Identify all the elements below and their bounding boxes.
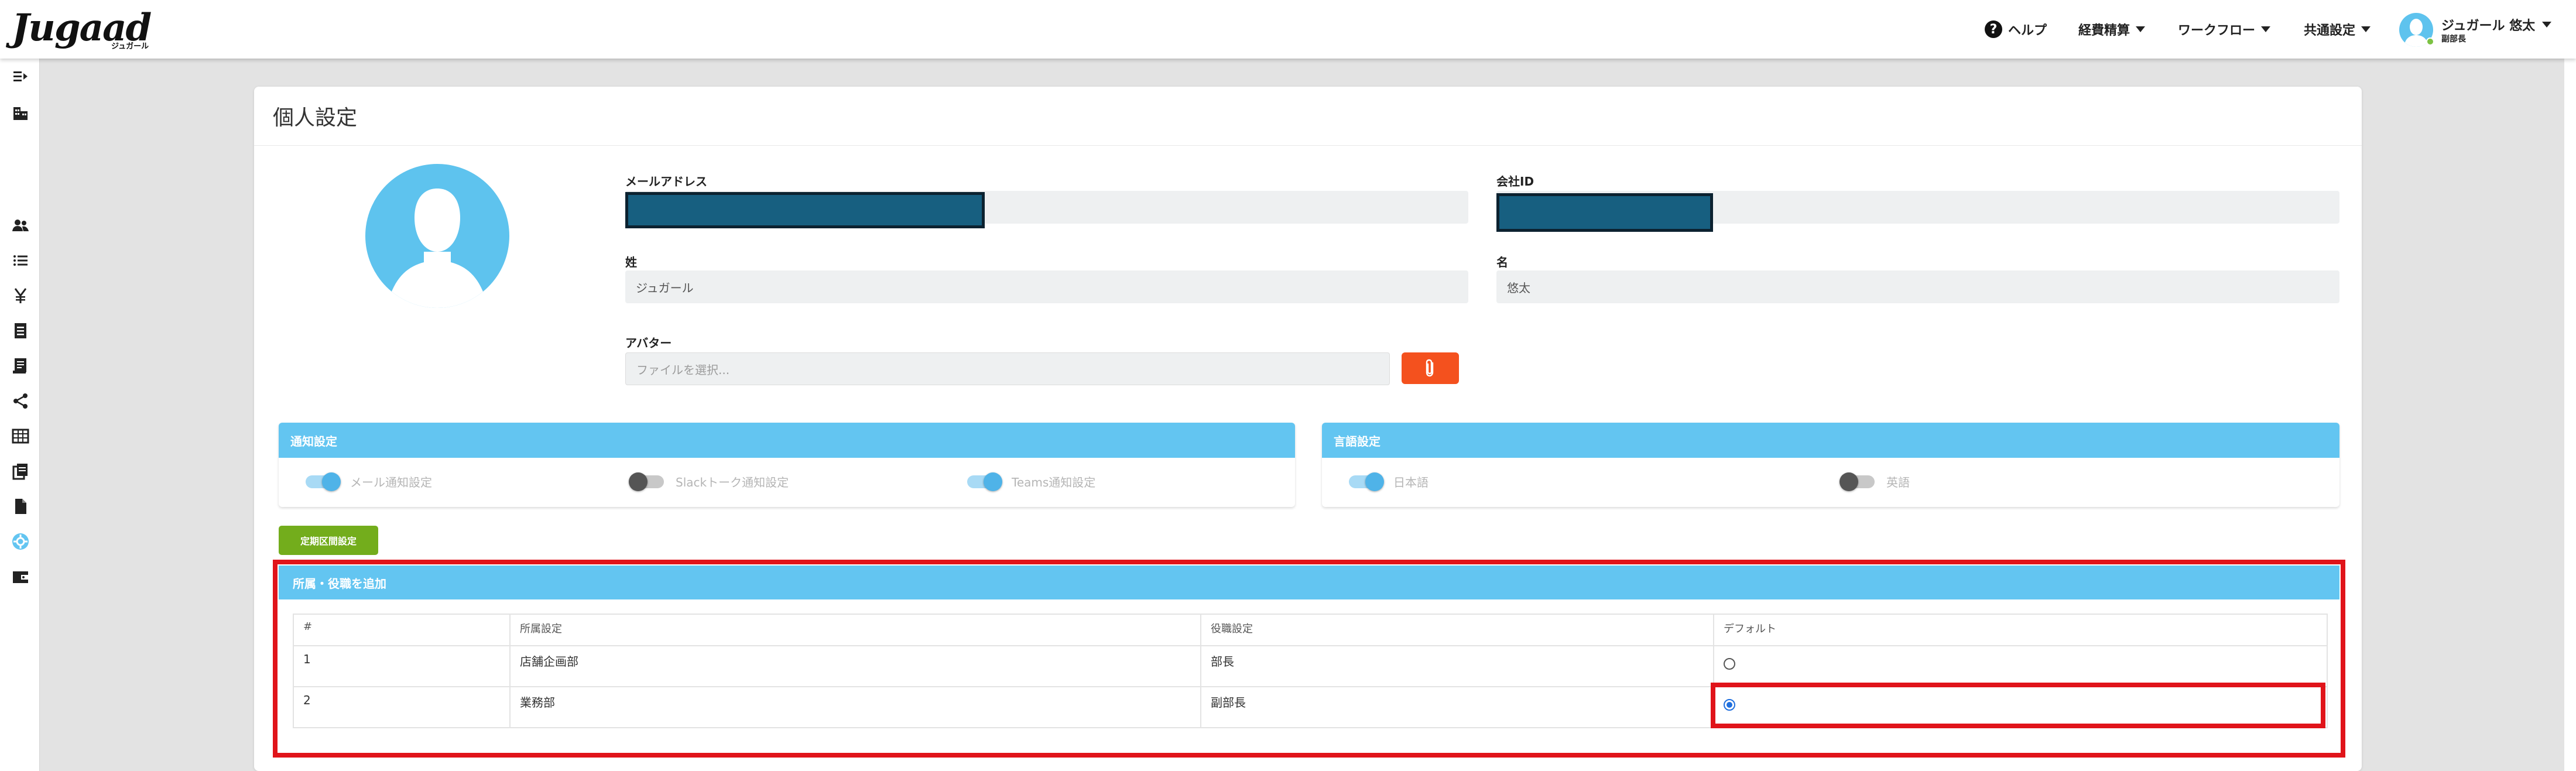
share-icon[interactable] bbox=[11, 391, 30, 411]
row-position: 副部長 bbox=[1200, 686, 1714, 728]
copy-icon[interactable] bbox=[11, 461, 30, 481]
list-icon[interactable] bbox=[11, 251, 30, 270]
user-role: 副部長 bbox=[2441, 35, 2466, 44]
sidebar-toggle-icon[interactable] bbox=[11, 67, 30, 87]
affiliation-section-title: 所属・役職を追加 bbox=[279, 566, 2339, 599]
nav-workflow-label: ワークフロー bbox=[2178, 23, 2256, 38]
row-default-cell bbox=[1713, 645, 2328, 687]
help-label: ヘルプ bbox=[2008, 23, 2047, 38]
last-name-field[interactable]: ジュガール bbox=[625, 270, 1468, 303]
row-default-cell bbox=[1713, 686, 2328, 728]
wallet-icon[interactable] bbox=[11, 567, 30, 587]
commuter-pass-settings-button[interactable]: 定期区間設定 bbox=[279, 526, 378, 555]
last-name-label: 姓 bbox=[625, 255, 637, 269]
toggle-email-notification[interactable]: メール通知設定 bbox=[306, 472, 432, 491]
english-switch[interactable] bbox=[1839, 472, 1875, 491]
table-icon[interactable] bbox=[11, 426, 30, 446]
help-link[interactable]: ? ヘルプ bbox=[1985, 18, 2047, 41]
column-header-number: # bbox=[293, 614, 511, 646]
nav-workflow-menu[interactable]: ワークフロー bbox=[2178, 18, 2271, 41]
receipt-icon[interactable] bbox=[11, 356, 30, 376]
chevron-down-icon bbox=[2136, 26, 2146, 32]
avatar-label: アバター bbox=[625, 336, 672, 350]
row-number: 2 bbox=[293, 686, 511, 728]
table-row: 2 業務部 副部長 bbox=[293, 686, 2328, 728]
language-settings-panel: 言語設定 bbox=[1322, 423, 2339, 507]
paperclip-icon bbox=[1426, 359, 1434, 377]
personal-settings-icon[interactable] bbox=[11, 532, 30, 551]
top-header: Jugaad ジュガール ? ヘルプ 経費精算 ワークフロー 共通設定 ジュガー… bbox=[0, 0, 2576, 59]
row-department: 業務部 bbox=[509, 686, 1201, 728]
user-name: ジュガール 悠太 bbox=[2441, 19, 2536, 33]
japanese-switch[interactable] bbox=[1349, 472, 1384, 491]
building-icon[interactable] bbox=[11, 103, 30, 123]
first-name-label: 名 bbox=[1496, 255, 1508, 269]
email-label: メールアドレス bbox=[625, 174, 707, 189]
teams-notification-switch[interactable] bbox=[967, 472, 1002, 491]
nav-common-settings-label: 共通設定 bbox=[2304, 23, 2356, 38]
slack-notification-switch[interactable] bbox=[629, 472, 664, 491]
column-header-department: 所属設定 bbox=[509, 614, 1201, 646]
help-icon: ? bbox=[1985, 20, 2002, 38]
table-header-row: # 所属設定 役職設定 デフォルト bbox=[293, 614, 2328, 646]
language-settings-title: 言語設定 bbox=[1322, 423, 2339, 458]
default-radio-selected[interactable] bbox=[1724, 699, 1735, 711]
person-silhouette-icon bbox=[386, 189, 488, 308]
chevron-down-icon bbox=[2261, 26, 2271, 32]
row-number: 1 bbox=[293, 645, 511, 687]
toggle-english[interactable]: 英語 bbox=[1839, 472, 1910, 491]
english-label: 英語 bbox=[1886, 475, 1910, 489]
default-radio-unselected[interactable] bbox=[1724, 658, 1735, 670]
email-notification-switch[interactable] bbox=[306, 472, 341, 491]
chevron-down-icon bbox=[2542, 22, 2552, 28]
row-department: 店舗企画部 bbox=[509, 645, 1201, 687]
app-logo-subtitle: ジュガール bbox=[111, 42, 149, 51]
online-status-icon bbox=[2426, 37, 2434, 46]
japanese-label: 日本語 bbox=[1393, 475, 1429, 489]
toggle-slack-notification[interactable]: Slackトーク通知設定 bbox=[629, 472, 789, 491]
slack-notification-label: Slackトーク通知設定 bbox=[676, 475, 789, 489]
nav-common-settings-menu[interactable]: 共通設定 bbox=[2304, 18, 2371, 41]
company-id-label: 会社ID bbox=[1496, 174, 1534, 189]
column-header-position: 役職設定 bbox=[1200, 614, 1714, 646]
sidebar bbox=[0, 59, 40, 771]
company-id-redaction bbox=[1496, 193, 1713, 232]
table-row: 1 店舗企画部 部長 bbox=[293, 645, 2328, 687]
file-icon[interactable] bbox=[11, 496, 30, 516]
page-title: 個人設定 bbox=[273, 106, 358, 130]
affiliation-table: # 所属設定 役職設定 デフォルト 1 店舗企画部 部長 2 業務部 副部長 bbox=[293, 614, 2328, 728]
user-menu[interactable]: ジュガール 悠太 bbox=[2441, 15, 2552, 34]
nav-expense-label: 経費精算 bbox=[2078, 23, 2130, 38]
notification-settings-panel: 通知設定 bbox=[279, 423, 1295, 507]
yen-icon[interactable] bbox=[11, 286, 30, 306]
attach-file-button[interactable] bbox=[1402, 352, 1459, 384]
toggle-japanese[interactable]: 日本語 bbox=[1349, 472, 1429, 491]
email-redaction bbox=[625, 192, 985, 228]
toggle-teams-notification[interactable]: Teams通知設定 bbox=[967, 472, 1096, 491]
teams-notification-label: Teams通知設定 bbox=[1012, 475, 1096, 489]
row-position: 部長 bbox=[1200, 645, 1714, 687]
profile-avatar bbox=[365, 164, 509, 308]
first-name-field[interactable]: 悠太 bbox=[1496, 270, 2339, 303]
chevron-down-icon bbox=[2361, 26, 2371, 32]
nav-expense-menu[interactable]: 経費精算 bbox=[2078, 18, 2146, 41]
email-notification-label: メール通知設定 bbox=[350, 475, 432, 489]
title-divider bbox=[254, 145, 2362, 146]
notification-settings-title: 通知設定 bbox=[279, 423, 1295, 458]
right-gutter bbox=[2564, 59, 2576, 771]
document-list-icon[interactable] bbox=[11, 321, 30, 341]
column-header-default: デフォルト bbox=[1713, 614, 2328, 646]
avatar-file-input[interactable]: ファイルを選択... bbox=[625, 352, 1390, 385]
users-icon[interactable] bbox=[11, 215, 30, 235]
